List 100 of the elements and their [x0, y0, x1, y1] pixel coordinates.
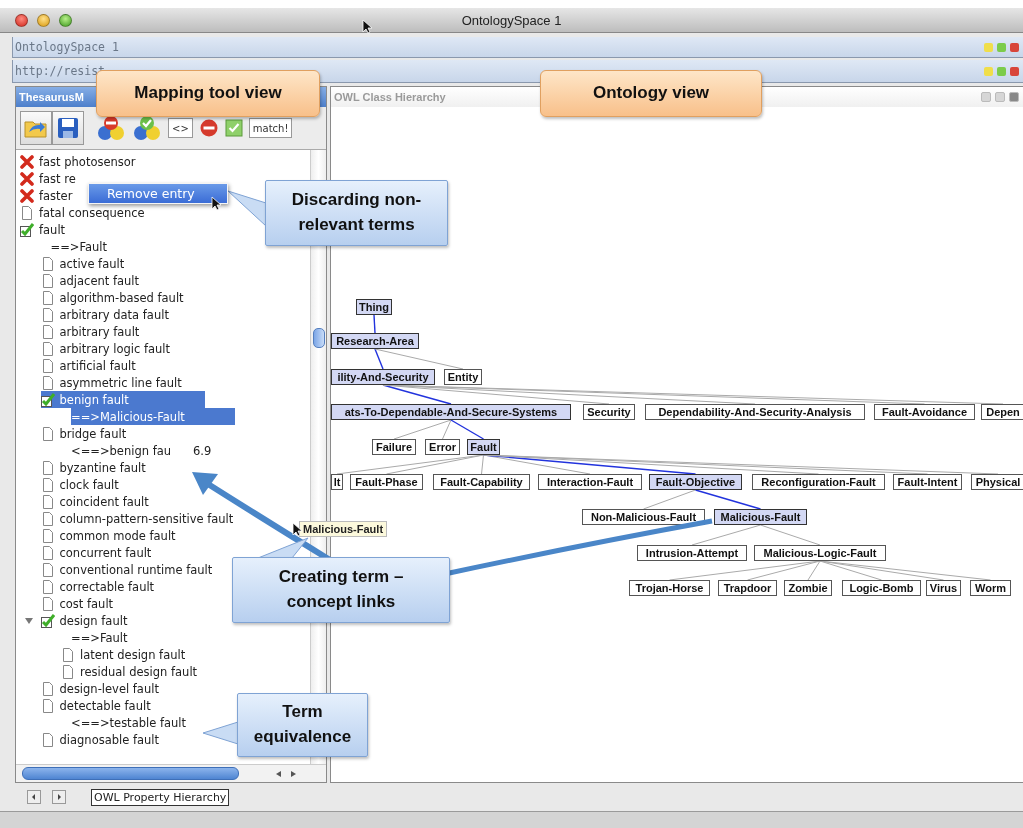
class-node[interactable]: Non-Malicious-Fault — [582, 509, 705, 525]
tree-item[interactable]: detectable fault — [40, 697, 155, 714]
class-node[interactable]: Security — [583, 404, 635, 420]
horizontal-scrollbar[interactable] — [16, 764, 326, 782]
callout: Discarding non-relevant terms — [265, 180, 448, 246]
class-node[interactable]: Dependability-And-Security-Analysis — [645, 404, 865, 420]
tree-item[interactable]: byzantine fault — [40, 459, 150, 476]
tree-item[interactable]: design-level fault — [40, 680, 163, 697]
drag-label: Malicious-Fault — [299, 521, 388, 537]
frame-title: OntologySpace 1 — [14, 40, 119, 54]
panel-title: OWL Class Hierarchy — [333, 91, 446, 103]
mapping-item[interactable]: <==>testable fault — [71, 714, 190, 731]
class-node[interactable]: Intrusion-Attempt — [637, 545, 747, 561]
circles-check-icon[interactable] — [132, 114, 162, 142]
circles-minus-icon[interactable] — [96, 114, 126, 142]
tree-item[interactable]: common mode fault — [40, 527, 180, 544]
class-node[interactable]: Malicious-Logic-Fault — [754, 545, 886, 561]
class-node[interactable]: Depen — [981, 404, 1023, 420]
scroll-thumb[interactable] — [22, 767, 239, 780]
edge-line — [694, 489, 762, 510]
cursor-icon — [362, 19, 372, 34]
tree-item[interactable]: column-pattern-sensitive fault — [40, 510, 238, 527]
tree-item[interactable]: cost fault — [40, 595, 118, 612]
close-button[interactable] — [1010, 42, 1019, 52]
tree-item[interactable]: coincident fault — [40, 493, 153, 510]
class-node[interactable]: Fault-Objective — [649, 474, 742, 490]
tree-item[interactable]: arbitrary fault — [40, 323, 144, 340]
window-title: OntologySpace 1 — [461, 12, 562, 28]
tree-item[interactable]: residual design fault — [61, 663, 202, 680]
close-button[interactable] — [1010, 66, 1019, 76]
tab[interactable]: OWL Property Hierarchy — [91, 788, 230, 806]
class-node[interactable]: Fault-Phase — [350, 474, 423, 490]
callout: Ontology view — [540, 70, 762, 117]
open-button[interactable] — [20, 111, 52, 145]
tree-item[interactable]: benign fault — [40, 391, 205, 408]
tree-item[interactable]: bridge fault — [40, 425, 131, 442]
tree-item[interactable]: latent design fault — [61, 646, 190, 663]
class-node[interactable]: Error — [425, 439, 460, 455]
tree-item[interactable]: fast photosensor — [20, 153, 140, 170]
scroll-thumb[interactable] — [313, 328, 325, 348]
tree-item[interactable]: arbitrary logic fault — [40, 340, 175, 357]
checkbox-icon[interactable] — [224, 119, 243, 137]
class-node[interactable]: Zombie — [784, 580, 832, 596]
tree-item[interactable]: concurrent fault — [40, 544, 156, 561]
previous-icon[interactable] — [27, 790, 41, 804]
class-node[interactable]: Logic-Bomb — [842, 580, 921, 596]
class-node[interactable]: Malicious-Fault — [714, 509, 807, 525]
tree-item[interactable]: artificial fault — [40, 357, 140, 374]
tree-item[interactable]: clock fault — [40, 476, 123, 493]
cursor-icon — [292, 522, 302, 537]
expand-arrow-icon[interactable] — [24, 616, 33, 625]
mapping-item[interactable]: ==>Fault — [50, 238, 111, 255]
zoom-button[interactable] — [59, 13, 72, 27]
tree-item[interactable]: adjacent fault — [40, 272, 144, 289]
tree-item[interactable]: arbitrary data fault — [40, 306, 173, 323]
class-node[interactable]: Fault-Avoidance — [874, 404, 975, 420]
next-icon[interactable] — [52, 790, 66, 804]
class-node[interactable]: Virus — [926, 580, 961, 596]
toolbar-button[interactable]: match! — [248, 118, 293, 138]
minimize-button[interactable] — [37, 13, 50, 27]
callout: Term equivalence — [237, 693, 368, 757]
class-node[interactable]: Research-Area — [331, 333, 419, 349]
menu-item[interactable]: Remove entry — [89, 184, 227, 203]
mapping-item[interactable]: ==>Malicious-Fault — [71, 408, 235, 425]
tree-item[interactable]: fault — [20, 221, 70, 238]
stop-icon[interactable] — [198, 118, 219, 138]
mapping-item[interactable]: <==>benign fau 6.9 — [71, 442, 216, 459]
class-node[interactable]: Failure — [372, 439, 416, 455]
tree-item[interactable]: algorithm-based fault — [40, 289, 188, 306]
tree-item[interactable]: active fault — [40, 255, 129, 272]
class-node[interactable]: Trojan-Horse — [629, 580, 710, 596]
save-button[interactable] — [52, 111, 84, 145]
edge-line — [643, 489, 696, 510]
class-node[interactable]: Fault-Intent — [893, 474, 962, 490]
tree-item[interactable]: fast re — [20, 170, 80, 187]
tree-item[interactable]: asymmetric line fault — [40, 374, 186, 391]
tree-item[interactable]: fatal consequence — [20, 204, 149, 221]
tree-item[interactable]: diagnosable fault — [40, 731, 164, 748]
close-button[interactable] — [15, 13, 28, 27]
callout-pointer — [257, 537, 309, 559]
class-node[interactable]: Interaction-Fault — [538, 474, 642, 490]
class-node[interactable]: Entity — [444, 369, 482, 385]
class-node[interactable]: Trapdoor — [718, 580, 777, 596]
class-node[interactable]: Worm — [970, 580, 1011, 596]
class-node[interactable]: Fault-Capability — [433, 474, 530, 490]
close-button[interactable] — [1009, 92, 1019, 102]
mapping-item[interactable]: ==>Fault — [71, 629, 132, 646]
class-node[interactable]: ats-To-Dependable-And-Secure-Systems — [331, 404, 571, 420]
class-node[interactable]: ility-And-Security — [331, 369, 435, 385]
class-node[interactable]: Physical — [971, 474, 1023, 490]
tree-item[interactable]: design fault — [40, 612, 132, 629]
tree-item[interactable]: conventional runtime fault — [40, 561, 217, 578]
class-node[interactable]: Reconfiguration-Fault — [752, 474, 885, 490]
tree-item[interactable]: faster — [20, 187, 77, 204]
class-node[interactable]: Thing — [356, 299, 392, 315]
class-node[interactable]: Fault — [467, 439, 500, 455]
address-text: http://resist — [14, 64, 105, 78]
class-node[interactable]: lt — [331, 474, 343, 490]
toolbar-button[interactable]: <> — [168, 118, 193, 138]
tree-item[interactable]: correctable fault — [40, 578, 159, 595]
